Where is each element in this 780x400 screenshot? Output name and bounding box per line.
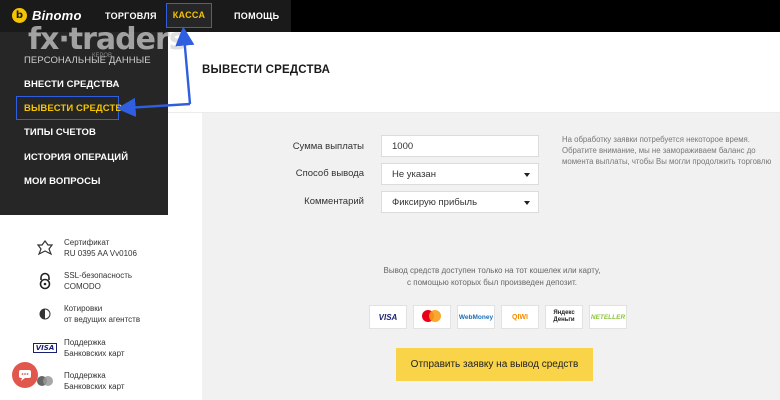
watermark-subtext: КЕРОВ bbox=[92, 53, 113, 59]
trust-cards-2: Поддержка Банковских карт bbox=[36, 370, 125, 392]
withdraw-notice: Вывод средств доступен только на тот кош… bbox=[383, 266, 601, 287]
binomo-logo-icon: b bbox=[12, 8, 27, 23]
payment-name: VISA bbox=[378, 312, 398, 322]
processing-note: На обработку заявки потребуется некоторо… bbox=[562, 135, 772, 166]
trust-line: Банковских карт bbox=[64, 349, 125, 358]
sidebar-item-deposit[interactable]: ВНЕСТИ СРЕДСТВА bbox=[24, 79, 119, 90]
trust-line: от ведущих агентств bbox=[64, 315, 141, 324]
trust-certificate: Сертификат RU 0395 AA Vv0106 bbox=[36, 237, 137, 259]
sidebar-item-questions[interactable]: МОИ ВОПРОСЫ bbox=[24, 176, 100, 187]
amount-input[interactable]: 1000 bbox=[381, 135, 539, 157]
trust-line: Сертификат bbox=[64, 238, 110, 247]
payment-name: Яндекс Деньги bbox=[553, 310, 575, 323]
nav-help[interactable]: ПОМОЩЬ bbox=[234, 0, 279, 32]
sidebar-item-account-types[interactable]: ТИПЫ СЧЕТОВ bbox=[24, 127, 96, 138]
webmoney-icon: WebMoney bbox=[457, 305, 495, 329]
trust-line: Банковских карт bbox=[64, 382, 125, 391]
trust-ssl: SSL-безопасность COMODO bbox=[36, 270, 132, 292]
trust-line: Поддержка bbox=[64, 338, 106, 347]
trust-line: SSL-безопасность bbox=[64, 271, 133, 280]
trust-quotes: Котировки от ведущих агентств bbox=[36, 303, 140, 325]
quotes-icon bbox=[36, 305, 54, 323]
trust-line: Котировки bbox=[64, 304, 103, 313]
mastercard-icon bbox=[413, 305, 451, 329]
binomo-logo[interactable]: b Binomo bbox=[12, 8, 82, 23]
method-value: Не указан bbox=[392, 169, 436, 180]
visa-mini-text: VISA bbox=[32, 343, 58, 353]
chevron-down-icon bbox=[524, 201, 530, 205]
method-label: Способ вывода bbox=[295, 168, 364, 179]
payment-methods: VISA WebMoney QIWI Яндекс Деньги NETELLE… bbox=[369, 305, 627, 329]
submit-withdraw-button[interactable]: Отправить заявку на вывод средств bbox=[396, 348, 593, 381]
certificate-icon bbox=[36, 239, 54, 257]
watermark: fx·traders bbox=[28, 22, 187, 57]
neteller-icon: NETELLER bbox=[589, 305, 627, 329]
amount-value: 1000 bbox=[392, 141, 414, 152]
comment-label: Комментарий bbox=[304, 196, 364, 207]
yandex-money-icon: Яндекс Деньги bbox=[545, 305, 583, 329]
trust-line: COMODO bbox=[64, 282, 101, 291]
topbar-empty-area bbox=[291, 0, 780, 32]
visa-icon: VISA bbox=[32, 339, 58, 357]
chat-icon[interactable] bbox=[12, 362, 38, 388]
logo-text: Binomo bbox=[32, 8, 82, 23]
lock-icon bbox=[36, 272, 54, 290]
mastercard-securecode-icon bbox=[36, 372, 54, 390]
payment-name: QIWI bbox=[512, 313, 528, 321]
page-title: ВЫВЕСТИ СРЕДСТВА bbox=[202, 64, 331, 76]
comment-select[interactable]: Фиксирую прибыль bbox=[381, 191, 539, 213]
amount-label: Сумма выплаты bbox=[292, 141, 364, 152]
qiwi-icon: QIWI bbox=[501, 305, 539, 329]
trust-cards: VISA Поддержка Банковских карт bbox=[32, 337, 125, 359]
sidebar-item-history[interactable]: ИСТОРИЯ ОПЕРАЦИЙ bbox=[24, 152, 128, 163]
payment-name: NETELLER bbox=[590, 313, 626, 321]
method-select[interactable]: Не указан bbox=[381, 163, 539, 185]
trust-line: Поддержка bbox=[64, 371, 106, 380]
chevron-down-icon bbox=[524, 173, 530, 177]
comment-value: Фиксирую прибыль bbox=[392, 197, 478, 208]
trust-line: RU 0395 AA Vv0106 bbox=[64, 249, 137, 258]
visa-icon: VISA bbox=[369, 305, 407, 329]
payment-name: WebMoney bbox=[458, 313, 494, 321]
sidebar-item-withdraw[interactable]: ВЫВЕСТИ СРЕДСТВА bbox=[24, 103, 129, 114]
